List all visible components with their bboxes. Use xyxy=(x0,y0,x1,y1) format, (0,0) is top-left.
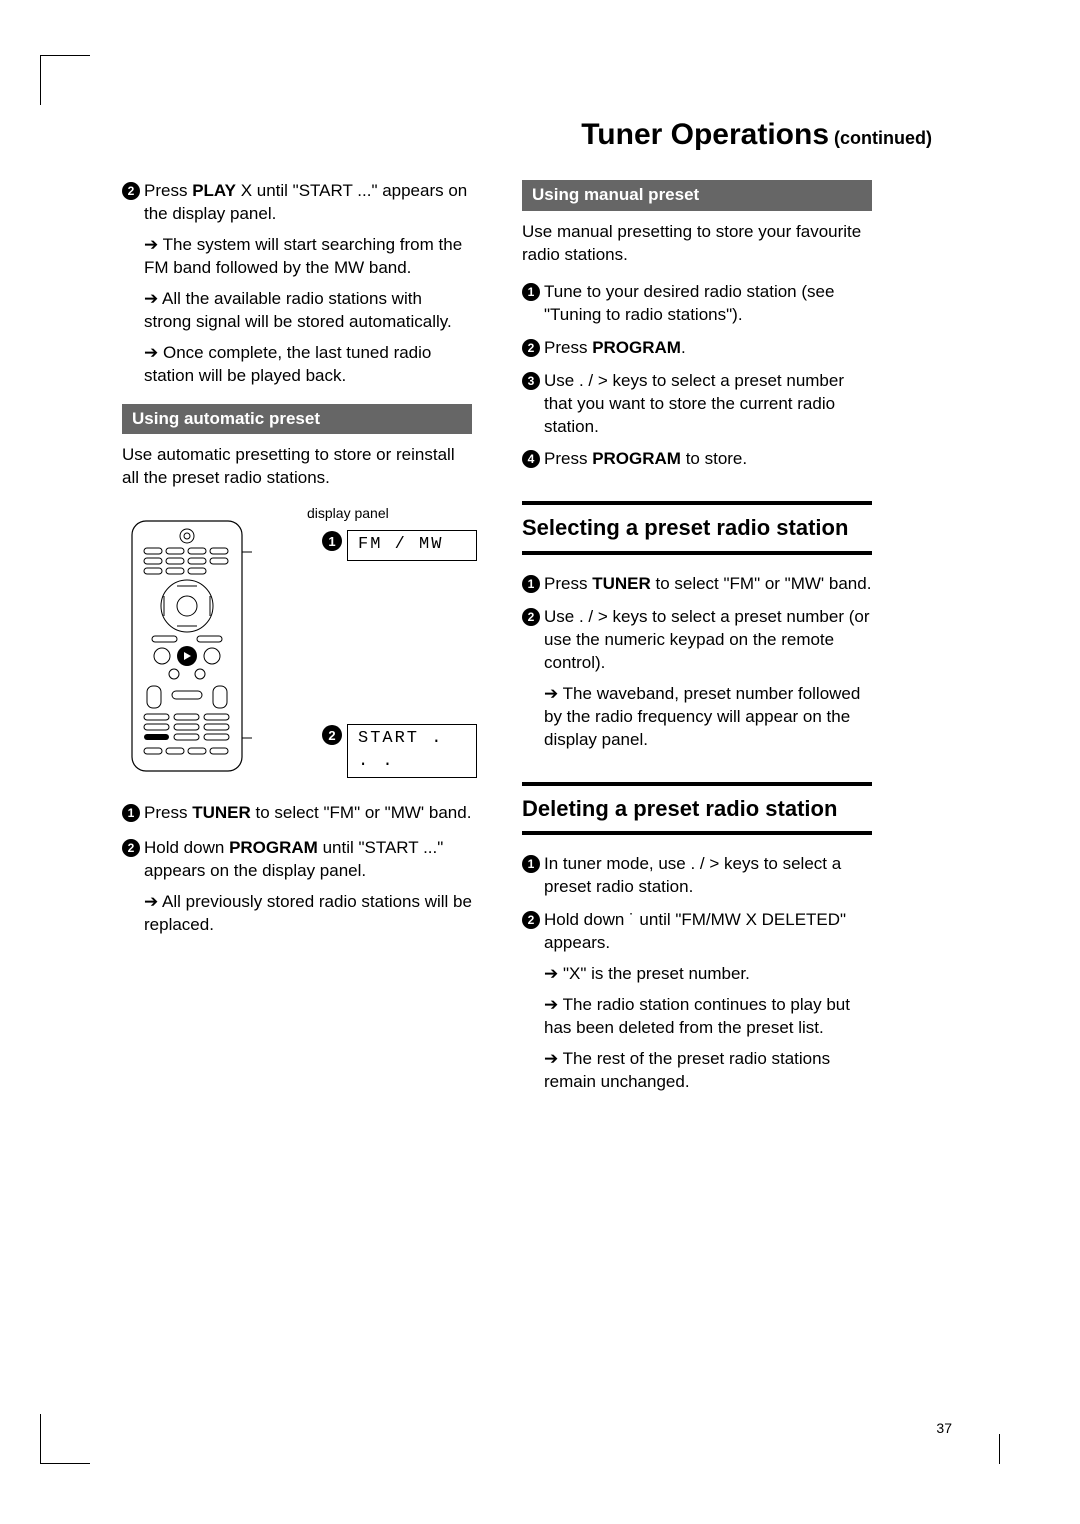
text-bold: TUNER xyxy=(592,574,651,593)
text: Press xyxy=(544,449,592,468)
text-bold: TUNER xyxy=(192,803,251,822)
text: to select "FM" or "MW' band. xyxy=(251,803,472,822)
text: Use . / > keys to select a preset number… xyxy=(544,371,844,436)
text: Once complete, the last tuned radio stat… xyxy=(144,343,431,385)
step-number-2: 2 xyxy=(122,839,140,857)
substep: ➔ The system will start searching from t… xyxy=(122,234,472,280)
display-panel-2: START . . . xyxy=(347,724,477,778)
arrow-icon: ➔ xyxy=(144,289,158,308)
text-bold: PROGRAM xyxy=(592,338,681,357)
step-number-1: 1 xyxy=(122,804,140,822)
auto-step-1: 1 Press TUNER to select "FM" or "MW' ban… xyxy=(122,802,472,825)
paragraph: Use manual presetting to store your favo… xyxy=(522,221,872,267)
text: Press xyxy=(544,574,592,593)
text: The radio station continues to play but … xyxy=(544,995,850,1037)
crop-mark-tl xyxy=(40,55,90,105)
crop-mark-bl xyxy=(40,1414,90,1464)
text-bold: PROGRAM xyxy=(592,449,681,468)
heading-selecting-preset: Selecting a preset radio station xyxy=(522,501,872,555)
text: The waveband, preset number followed by … xyxy=(544,684,860,749)
arrow-icon: ➔ xyxy=(544,964,558,983)
text: The system will start searching from the… xyxy=(144,235,462,277)
step-number-2: 2 xyxy=(522,608,540,626)
substep: ➔ All previously stored radio stations w… xyxy=(122,891,472,937)
text-bold: PROGRAM xyxy=(229,838,318,857)
substep: ➔ The radio station continues to play bu… xyxy=(522,994,872,1040)
text: to select "FM" or "MW' band. xyxy=(651,574,872,593)
substep: ➔ The waveband, preset number followed b… xyxy=(522,683,872,752)
text: . xyxy=(681,338,686,357)
text: The rest of the preset radio stations re… xyxy=(544,1049,830,1091)
text: to store. xyxy=(681,449,747,468)
left-column: 2 Press PLAY X until "START ..." appears… xyxy=(122,180,472,1102)
manual-step-1: 1 Tune to your desired radio station (se… xyxy=(522,281,872,327)
auto-step-2: 2 Hold down PROGRAM until "START ..." ap… xyxy=(122,837,472,883)
right-column: Using manual preset Use manual presettin… xyxy=(522,180,872,1102)
select-step-2: 2 Use . / > keys to select a preset numb… xyxy=(522,606,872,675)
text: Press xyxy=(144,181,192,200)
text: Use . / > keys to select a preset number… xyxy=(544,607,870,672)
step-number-2: 2 xyxy=(122,182,140,200)
arrow-icon: ➔ xyxy=(544,1049,558,1068)
step-number-1: 1 xyxy=(522,855,540,873)
select-step-1: 1 Press TUNER to select "FM" or "MW' ban… xyxy=(522,573,872,596)
arrow-icon: ➔ xyxy=(544,684,558,703)
display-panel-1: FM / MW xyxy=(347,530,477,561)
text-bold: PLAY xyxy=(192,181,236,200)
text: "X" is the preset number. xyxy=(563,964,750,983)
text: In tuner mode, use . / > keys to select … xyxy=(544,854,841,896)
heading-manual-preset: Using manual preset xyxy=(522,180,872,211)
text: Hold down xyxy=(144,838,229,857)
delete-step-1: 1 In tuner mode, use . / > keys to selec… xyxy=(522,853,872,899)
display-panel-label: display panel xyxy=(307,504,389,523)
heading-deleting-preset: Deleting a preset radio station xyxy=(522,782,872,836)
arrow-icon: ➔ xyxy=(544,995,558,1014)
step-number-2: 2 xyxy=(522,911,540,929)
step-number-2: 2 xyxy=(522,339,540,357)
arrow-icon: ➔ xyxy=(144,343,158,362)
paragraph: Use automatic presetting to store or rei… xyxy=(122,444,472,490)
text: All previously stored radio stations wil… xyxy=(144,892,472,934)
remote-figure: display panel 1 FM / MW 2 START . . . xyxy=(122,504,472,784)
substep: ➔ "X" is the preset number. xyxy=(522,963,872,986)
delete-step-2: 2 Hold down ˙ until "FM/MW X DELETED" ap… xyxy=(522,909,872,955)
arrow-icon: ➔ xyxy=(144,235,158,254)
arrow-icon: ➔ xyxy=(144,892,158,911)
page-number: 37 xyxy=(936,1420,952,1436)
text: Tune to your desired radio station (see … xyxy=(544,282,834,324)
step-number-1: 1 xyxy=(522,283,540,301)
manual-step-3: 3 Use . / > keys to select a preset numb… xyxy=(522,370,872,439)
remote-control-icon xyxy=(122,516,252,776)
step-2: 2 Press PLAY X until "START ..." appears… xyxy=(122,180,472,226)
crop-mark-br xyxy=(988,1434,1000,1464)
manual-step-2: 2 Press PROGRAM. xyxy=(522,337,872,360)
text: Hold down ˙ until "FM/MW X DELETED" appe… xyxy=(544,910,846,952)
title-main: Tuner Operations xyxy=(581,118,829,151)
page-title: Tuner Operations (continued) xyxy=(122,118,942,152)
text: Press xyxy=(544,338,592,357)
heading-automatic-preset: Using automatic preset xyxy=(122,404,472,435)
substep: ➔ All the available radio stations with … xyxy=(122,288,472,334)
step-number-3: 3 xyxy=(522,372,540,390)
manual-step-4: 4 Press PROGRAM to store. xyxy=(522,448,872,471)
text: Press xyxy=(144,803,192,822)
callout-2: 2 xyxy=(322,725,342,745)
callout-1: 1 xyxy=(322,531,342,551)
substep: ➔ Once complete, the last tuned radio st… xyxy=(122,342,472,388)
substep: ➔ The rest of the preset radio stations … xyxy=(522,1048,872,1094)
title-continued: (continued) xyxy=(829,128,932,148)
text: All the available radio stations with st… xyxy=(144,289,452,331)
step-number-1: 1 xyxy=(522,575,540,593)
step-number-4: 4 xyxy=(522,450,540,468)
